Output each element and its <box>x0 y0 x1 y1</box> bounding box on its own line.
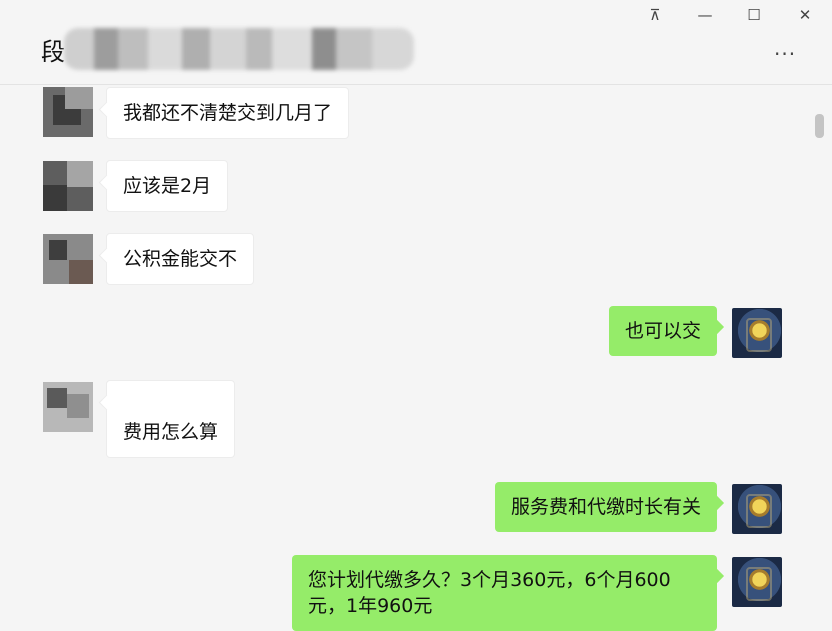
minimize-button[interactable]: — <box>692 4 718 26</box>
contact-avatar[interactable] <box>43 382 93 432</box>
pin-icon[interactable]: ⊼ <box>642 4 668 26</box>
message-bubble-incoming: 我都还不清楚交到几月了 <box>106 87 350 139</box>
chat-window: 段 ⊼ — ☐ ✕ ··· 我都还不清楚交到几月了 应该是2月 公积金能交不 也… <box>0 0 832 631</box>
message-bubble-outgoing: 服务费和代缴时长有关 <box>494 482 717 532</box>
message-bubble-incoming: 公积金能交不 <box>106 233 255 285</box>
contact-avatar[interactable] <box>43 87 93 137</box>
self-avatar[interactable] <box>732 308 782 358</box>
contact-avatar[interactable] <box>43 234 93 284</box>
maximize-button[interactable]: ☐ <box>741 4 767 26</box>
self-avatar[interactable] <box>732 484 782 534</box>
contact-name-redacted <box>64 28 414 70</box>
message-bubble-outgoing: 也可以交 <box>608 306 717 356</box>
contact-name: 段 <box>41 38 65 66</box>
self-avatar[interactable] <box>732 557 782 607</box>
more-options-icon[interactable]: ··· <box>774 42 796 66</box>
chat-header: 段 ⊼ — ☐ ✕ ··· <box>0 0 832 85</box>
chat-scrollbar[interactable] <box>815 86 824 620</box>
contact-avatar[interactable] <box>43 161 93 211</box>
message-bubble-incoming: 费用怎么算 <box>106 380 236 458</box>
scrollbar-thumb[interactable] <box>815 114 824 138</box>
message-bubble-incoming: 应该是2月 <box>106 160 229 212</box>
close-button[interactable]: ✕ <box>792 4 818 26</box>
